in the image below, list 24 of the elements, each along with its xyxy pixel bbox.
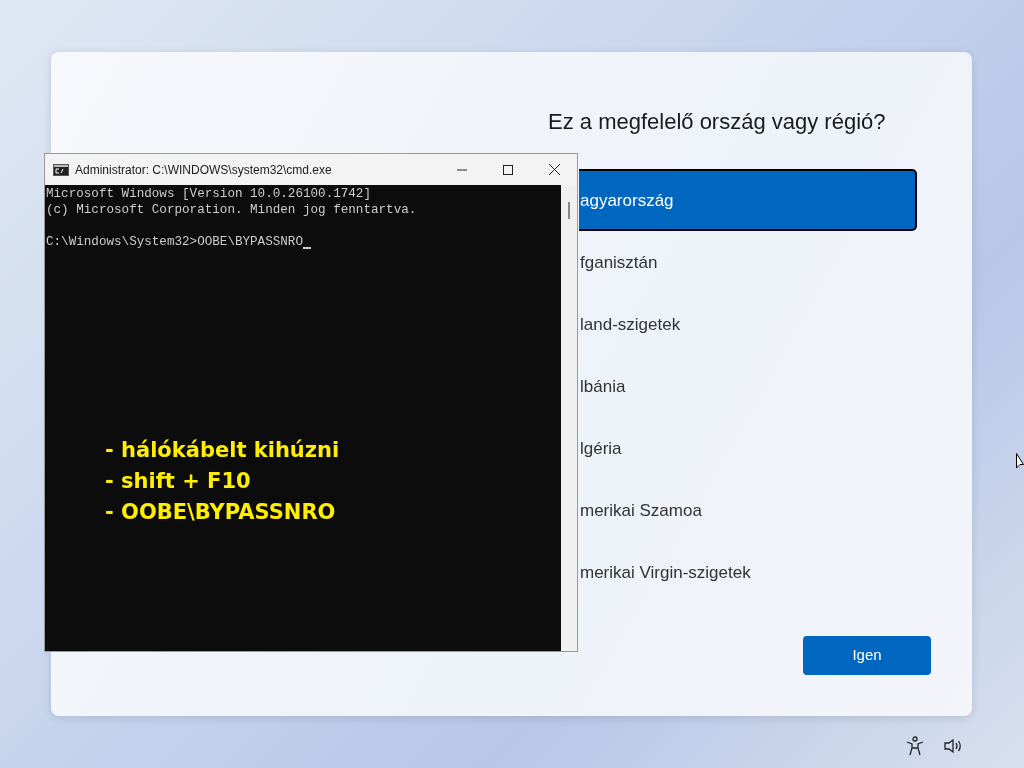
console-output-line: Microsoft Windows [Version 10.0.26100.1742] bbox=[46, 186, 371, 202]
console-app-icon bbox=[53, 163, 69, 176]
region-option[interactable]: land-szigetek bbox=[579, 293, 917, 356]
window-title: Administrator: C:\WINDOWS\system32\cmd.exe bbox=[75, 161, 332, 179]
annotation-text: - shift + F10 bbox=[105, 468, 251, 495]
scrollbar[interactable] bbox=[561, 185, 577, 651]
region-option[interactable]: fganisztán bbox=[579, 231, 917, 294]
region-option[interactable]: lgéria bbox=[579, 417, 917, 480]
page-title: Ez a megfelelő ország vagy régió? bbox=[548, 109, 887, 136]
annotation-text: - OOBE\BYPASSNRO bbox=[105, 499, 336, 526]
region-option[interactable]: merikai Szamoa bbox=[579, 479, 917, 542]
accessibility-icon[interactable] bbox=[906, 736, 924, 756]
annotation-text: - hálókábelt kihúzni bbox=[105, 437, 340, 464]
maximize-icon bbox=[503, 164, 513, 175]
text-cursor bbox=[302, 247, 311, 249]
yes-button[interactable]: Igen bbox=[803, 636, 931, 675]
console-output-line: (c) Microsoft Corporation. Minden jog fenntartva. bbox=[46, 202, 417, 218]
speaker-icon[interactable] bbox=[944, 738, 964, 754]
command-prompt-line: C:\Windows\System32>OOBE\BYPASSNRO bbox=[46, 234, 303, 250]
pointer-cursor-icon bbox=[1016, 453, 1024, 471]
region-option[interactable]: merikai Virgin-szigetek bbox=[579, 541, 917, 604]
close-icon bbox=[548, 164, 560, 175]
region-option[interactable]: lbánia bbox=[579, 355, 917, 418]
region-option[interactable]: agyarország bbox=[579, 169, 917, 232]
